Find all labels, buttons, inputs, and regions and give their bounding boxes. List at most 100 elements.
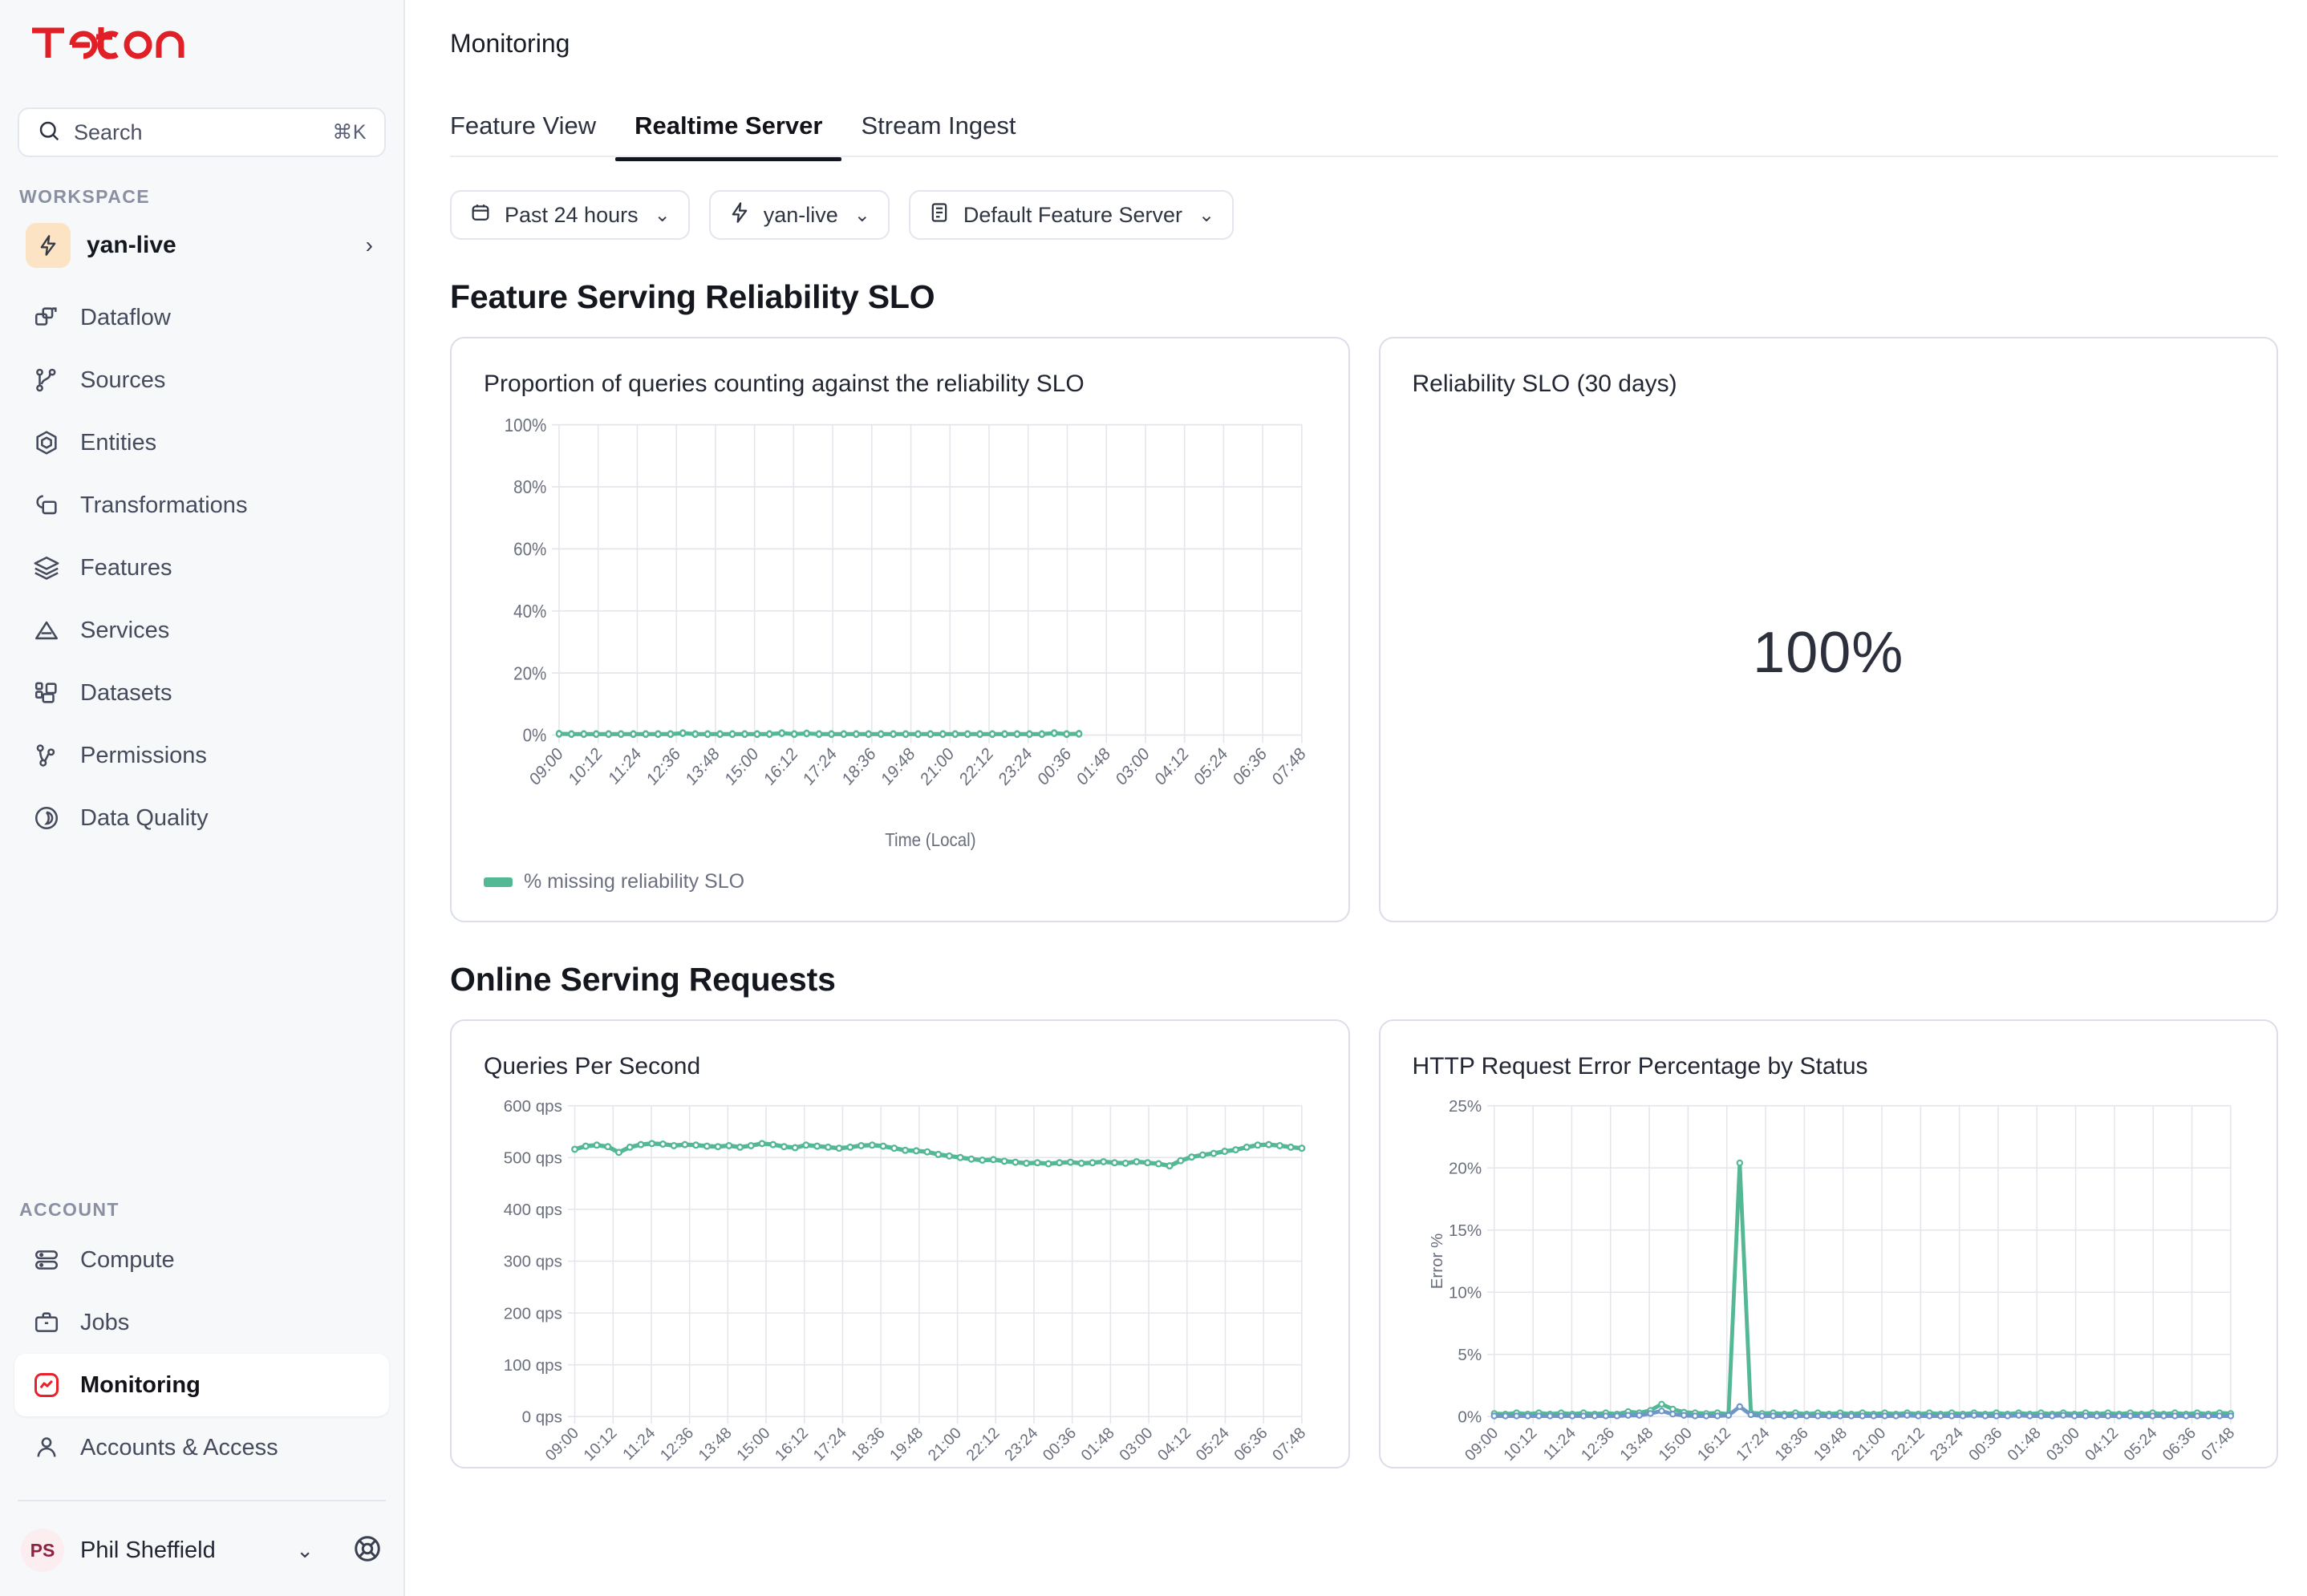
feature-server-filter[interactable]: Default Feature Server ⌄	[908, 190, 1235, 240]
svg-text:10:12: 10:12	[580, 1424, 620, 1464]
svg-text:500 qps: 500 qps	[504, 1148, 562, 1167]
sidebar-item-services[interactable]: Services	[14, 599, 389, 662]
app-root: Search ⌘K WORKSPACE yan-live › Dataflow …	[0, 0, 2307, 1596]
svg-text:07:48: 07:48	[1269, 744, 1309, 790]
svg-text:09:00: 09:00	[526, 744, 566, 790]
sidebar-item-datasets[interactable]: Datasets	[14, 662, 389, 724]
svg-text:10%: 10%	[1449, 1283, 1482, 1302]
sidebar-item-data-quality[interactable]: Data Quality	[14, 787, 389, 849]
svg-text:04:12: 04:12	[1154, 1424, 1194, 1464]
server-icon	[928, 201, 951, 229]
svg-text:15:00: 15:00	[722, 744, 762, 790]
sidebar-item-dataflow[interactable]: Dataflow	[14, 286, 389, 349]
tab-realtime-server[interactable]: Realtime Server	[615, 111, 842, 161]
tab-feature-view[interactable]: Feature View	[450, 111, 615, 160]
calendar-icon	[469, 201, 492, 229]
chart-slo-proportion[interactable]: 0% 20% 40% 60% 80% 100% 09:00 10:12 11:24 12:36 13…	[484, 412, 1316, 861]
search-input[interactable]: Search ⌘K	[18, 107, 386, 157]
avatar: PS	[21, 1529, 64, 1572]
chart-qps[interactable]: 0 qps 100 qps 200 qps 300 qps 400 qps 500 qps…	[484, 1095, 1316, 1467]
sidebar-item-compute[interactable]: Compute	[14, 1229, 389, 1291]
chart-canvas: 0 qps 100 qps 200 qps 300 qps 400 qps 500 qps…	[504, 1097, 1310, 1464]
sidebar-item-jobs[interactable]: Jobs	[14, 1291, 389, 1354]
svg-text:06:36: 06:36	[2159, 1424, 2199, 1464]
sidebar-item-sources[interactable]: Sources	[14, 349, 389, 411]
svg-text:23:24: 23:24	[995, 743, 1036, 789]
svg-text:09:00: 09:00	[1462, 1424, 1502, 1464]
svg-text:21:00: 21:00	[918, 744, 958, 790]
workspace-filter[interactable]: yan-live ⌄	[708, 190, 890, 240]
svg-text:12:36: 12:36	[1577, 1424, 1617, 1464]
svg-text:18:36: 18:36	[839, 744, 879, 790]
svg-text:13:48: 13:48	[1616, 1424, 1656, 1464]
reliability-slo-cards: Proportion of queries counting against t…	[405, 337, 2307, 922]
card-slo-30-days: Reliability SLO (30 days) 100%	[1378, 337, 2278, 922]
chevron-down-icon: ⌄	[853, 204, 870, 226]
svg-text:16:12: 16:12	[1693, 1424, 1733, 1464]
data-quality-icon	[30, 802, 63, 834]
brand-logo[interactable]	[0, 0, 403, 96]
sidebar-item-label: Accounts & Access	[80, 1434, 278, 1460]
svg-text:100%: 100%	[505, 415, 547, 436]
svg-text:18:36: 18:36	[848, 1424, 888, 1464]
svg-text:17:24: 17:24	[810, 1424, 850, 1464]
tab-stream-ingest[interactable]: Stream Ingest	[841, 111, 1035, 160]
svg-text:15%: 15%	[1449, 1221, 1482, 1240]
svg-text:400 qps: 400 qps	[504, 1201, 562, 1219]
lifebuoy-icon[interactable]	[352, 1533, 383, 1568]
svg-text:21:00: 21:00	[1849, 1424, 1889, 1464]
search-placeholder: Search	[74, 119, 143, 144]
monitoring-icon	[30, 1369, 63, 1401]
svg-text:06:36: 06:36	[1231, 1424, 1271, 1464]
svg-text:0%: 0%	[523, 724, 547, 746]
bolt-icon	[728, 201, 751, 229]
main-content: Monitoring Feature View Realtime Server …	[405, 0, 2307, 1596]
time-range-filter[interactable]: Past 24 hours ⌄	[450, 190, 690, 240]
sidebar-item-features[interactable]: Features	[14, 537, 389, 599]
svg-text:12:36: 12:36	[657, 1424, 697, 1464]
svg-text:22:12: 22:12	[956, 744, 996, 790]
chart-canvas: 0% 20% 40% 60% 80% 100% 09:0010:12 11:2412:3613…	[505, 415, 1309, 851]
svg-text:01:48: 01:48	[2004, 1424, 2044, 1464]
svg-text:19:48: 19:48	[886, 1424, 926, 1464]
sidebar-item-label: Entities	[80, 429, 157, 456]
svg-text:18:36: 18:36	[1771, 1424, 1811, 1464]
svg-text:10:12: 10:12	[566, 744, 606, 790]
chart-http-errors[interactable]: 0% 5% 10% 15% 20% 25% 09:00 10:12 11:24 12:36 13:4…	[1413, 1095, 2245, 1467]
workspace-selector[interactable]: yan-live ›	[14, 216, 389, 275]
section-title-reliability-slo: Feature Serving Reliability SLO	[450, 278, 935, 315]
sidebar-item-label: Datasets	[80, 679, 172, 706]
breadcrumb: Monitoring	[405, 0, 2307, 59]
sidebar-item-label: Jobs	[80, 1309, 130, 1335]
svg-text:19:48: 19:48	[878, 744, 918, 790]
sidebar-item-permissions[interactable]: Permissions	[14, 724, 389, 787]
legend-item[interactable]: % missing reliability SLO	[484, 870, 744, 893]
svg-text:01:48: 01:48	[1078, 1424, 1118, 1464]
svg-text:03:00: 03:00	[1116, 1424, 1156, 1464]
svg-text:60%: 60%	[513, 538, 546, 560]
sidebar-item-accounts-access[interactable]: Accounts & Access	[14, 1416, 389, 1479]
svg-text:11:24: 11:24	[619, 1424, 659, 1464]
svg-text:06:36: 06:36	[1231, 744, 1271, 790]
dataflow-icon	[30, 302, 63, 334]
sidebar-item-transformations[interactable]: Transformations	[14, 474, 389, 537]
svg-text:300 qps: 300 qps	[504, 1253, 562, 1271]
svg-text:03:00: 03:00	[2042, 1424, 2082, 1464]
svg-text:19:48: 19:48	[1810, 1424, 1850, 1464]
svg-text:16:12: 16:12	[761, 744, 801, 790]
svg-text:200 qps: 200 qps	[504, 1304, 562, 1323]
svg-text:09:00: 09:00	[542, 1424, 582, 1464]
search-icon	[37, 119, 61, 147]
compute-icon	[30, 1244, 63, 1276]
workspace-filter-value: yan-live	[763, 202, 838, 227]
sidebar-item-entities[interactable]: Entities	[14, 411, 389, 474]
svg-text:21:00: 21:00	[925, 1424, 965, 1464]
filter-bar: Past 24 hours ⌄ yan-live ⌄ Default Featu…	[405, 160, 2307, 240]
svg-text:07:48: 07:48	[2198, 1424, 2238, 1464]
sidebar-item-monitoring[interactable]: Monitoring	[14, 1354, 389, 1416]
svg-text:05:24: 05:24	[1193, 1424, 1233, 1464]
tab-bar-divider	[450, 156, 2278, 157]
user-menu[interactable]: PS Phil Sheffield ⌄	[0, 1513, 403, 1588]
svg-text:5%: 5%	[1458, 1346, 1482, 1364]
svg-text:Time (Local): Time (Local)	[885, 829, 975, 851]
